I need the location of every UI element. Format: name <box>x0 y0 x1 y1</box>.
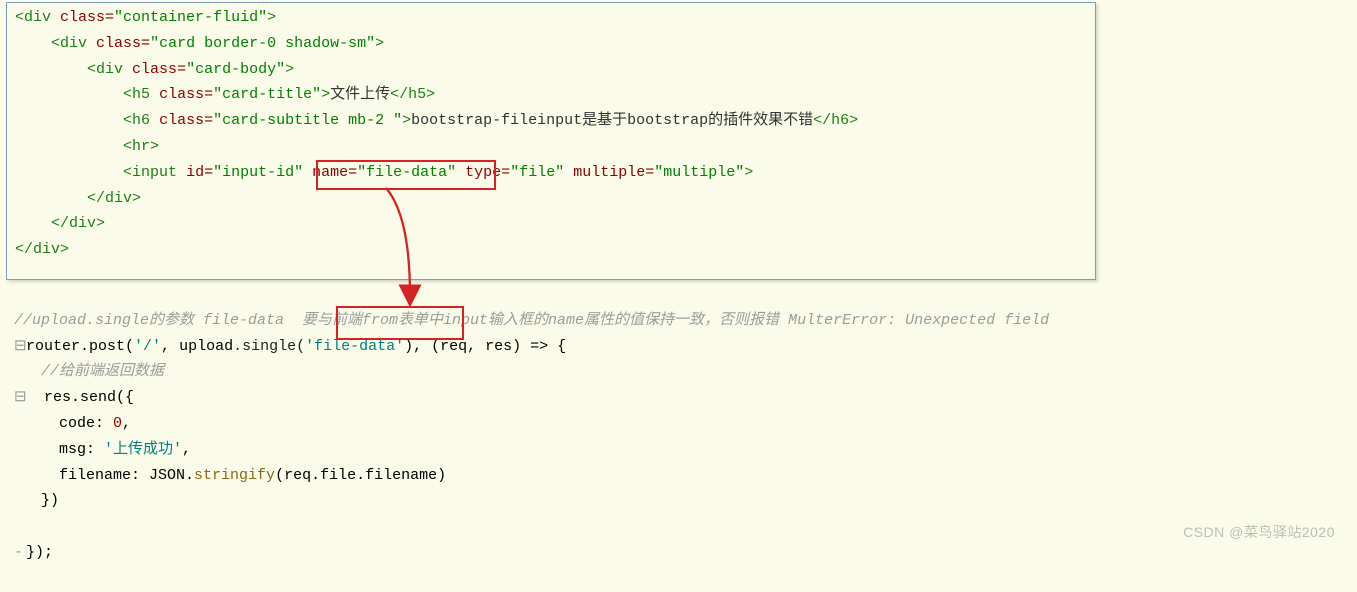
html-code: <div class="container-fluid"> <div class… <box>15 5 1087 263</box>
html-snippet-box: <div class="container-fluid"> <div class… <box>6 2 1096 280</box>
watermark: CSDN @菜鸟驿站2020 <box>1183 520 1335 544</box>
js-code: //upload.single的参数 file-data 要与前端from表单中… <box>14 282 1049 592</box>
